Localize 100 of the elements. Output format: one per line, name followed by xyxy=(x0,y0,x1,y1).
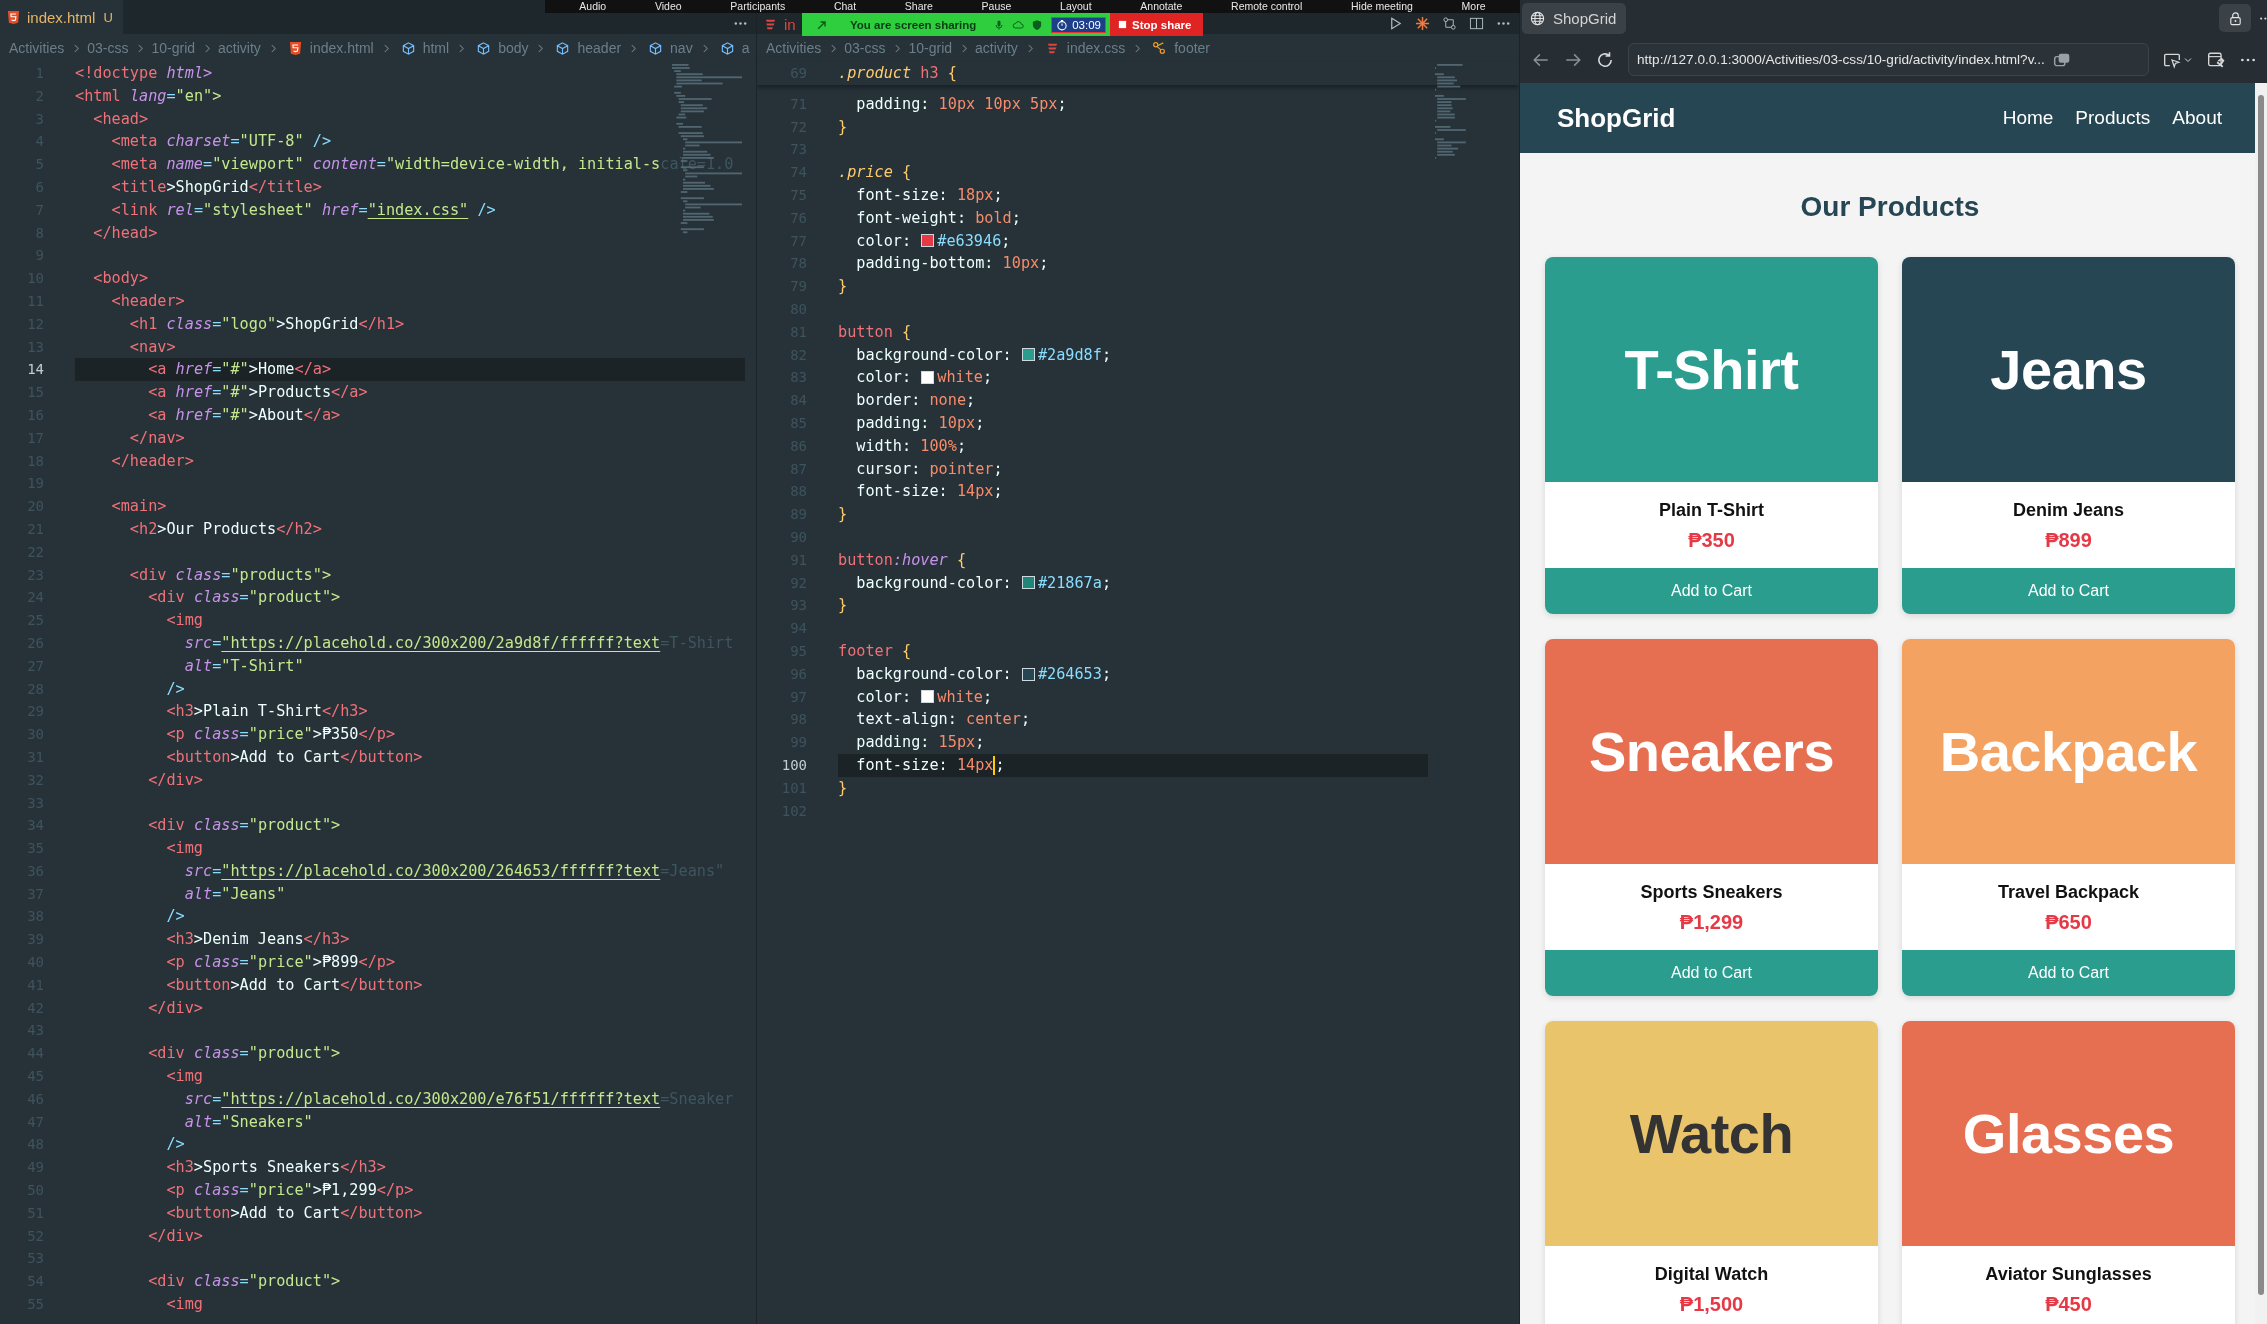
code-text: <div class="product"> xyxy=(148,1043,341,1065)
code-text: font-weight: bold; xyxy=(856,207,1021,229)
code-text: <a href="#">About</a> xyxy=(148,404,341,426)
breadcrumb-item[interactable]: header xyxy=(555,40,622,56)
code-text: src="https://placehold.co/300x200/2a9d8f/ffffff?text xyxy=(184,632,661,654)
code-text: </nav> xyxy=(129,427,185,449)
chevron-right-icon xyxy=(73,42,81,54)
address-bar[interactable]: http://127.0.0.1:3000/Activities/03-css/10-grid/activity/index.html?v... xyxy=(1628,43,2149,76)
reload-icon[interactable] xyxy=(1596,50,1614,69)
meeting-control[interactable]: Hide meeting xyxy=(1351,0,1413,13)
nav-link[interactable]: Home xyxy=(2002,107,2054,129)
microphone-icon[interactable] xyxy=(993,18,1006,31)
cube-icon xyxy=(719,40,735,56)
nav-link[interactable]: Products xyxy=(2075,107,2151,129)
meeting-control[interactable]: Participants xyxy=(730,0,786,13)
breadcrumb-item[interactable]: body xyxy=(476,40,529,56)
stop-share-button[interactable]: Stop share xyxy=(1110,13,1204,36)
nav-link[interactable]: About xyxy=(2172,107,2222,129)
color-swatch-icon[interactable] xyxy=(921,690,935,704)
code-text: <p class="price">₱1,299</p> xyxy=(166,1180,414,1202)
add-to-cart-button[interactable]: Add to Cart xyxy=(1902,568,2235,614)
breadcrumb-item[interactable]: html xyxy=(400,40,450,56)
code-text: <img xyxy=(166,610,203,632)
add-to-cart-button[interactable]: Add to Cart xyxy=(1545,950,1878,996)
sparkle-icon[interactable] xyxy=(1415,15,1430,31)
code-text: <html lang="en"> xyxy=(75,85,222,107)
meeting-control[interactable]: Video xyxy=(654,0,682,13)
breadcrumb-item[interactable]: 03-css xyxy=(844,40,886,56)
code-text: /> xyxy=(166,1134,185,1156)
meeting-control[interactable]: Layout xyxy=(1060,0,1092,13)
site-logo[interactable]: ShopGrid xyxy=(1557,102,1676,134)
breadcrumb-item[interactable]: a xyxy=(719,40,750,56)
color-swatch-icon[interactable] xyxy=(1021,667,1035,681)
code-text: } xyxy=(838,276,848,298)
meeting-control[interactable]: Remote control xyxy=(1231,0,1303,13)
meeting-control[interactable]: Chat xyxy=(833,0,857,13)
breadcrumb-item[interactable]: nav xyxy=(648,40,693,56)
cube-icon xyxy=(648,40,664,56)
code-text: </div> xyxy=(148,1225,203,1247)
code-text: <p class="price">₱899</p> xyxy=(166,952,396,974)
breadcrumb-item[interactable]: 03-css xyxy=(87,40,129,56)
code-text: white; xyxy=(937,686,993,708)
code-text: <body> xyxy=(93,268,149,290)
code-text: <h2>Our Products</h2> xyxy=(129,518,322,540)
color-swatch-icon[interactable] xyxy=(921,371,935,385)
meeting-control[interactable]: Audio xyxy=(579,0,607,13)
breadcrumb-item[interactable]: index.html xyxy=(287,40,374,56)
code-text: text-align: center; xyxy=(856,709,1031,731)
color-swatch-icon[interactable] xyxy=(1021,576,1035,590)
run-icon[interactable] xyxy=(1388,15,1403,31)
code-text: color: xyxy=(856,230,913,252)
breadcrumb-item[interactable]: 10-grid xyxy=(908,40,953,56)
add-to-cart-button[interactable]: Add to Cart xyxy=(1902,950,2235,996)
lock-icon xyxy=(2227,10,2243,26)
add-to-cart-button[interactable]: Add to Cart xyxy=(1545,568,1878,614)
breadcrumb-item[interactable]: footer xyxy=(1152,40,1211,56)
code-text: .price { xyxy=(838,162,912,184)
code-text: padding: 15px; xyxy=(856,732,985,754)
split-editor-icon[interactable] xyxy=(1469,15,1484,31)
code-text: </div> xyxy=(148,997,203,1019)
compare-icon[interactable] xyxy=(1442,15,1457,31)
code-text: <nav> xyxy=(129,336,176,358)
globe-icon xyxy=(1530,10,1545,26)
breadcrumb-item[interactable]: activity xyxy=(975,40,1018,56)
breadcrumb-item[interactable]: Activities xyxy=(766,40,822,56)
meeting-control[interactable]: Annotate xyxy=(1140,0,1183,13)
product-price: ₱650 xyxy=(2044,910,2093,934)
code-text: } xyxy=(838,504,848,526)
code-text: ; xyxy=(995,754,1005,776)
chevron-right-icon xyxy=(537,42,545,54)
cube-icon xyxy=(555,40,571,56)
scrollbar[interactable] xyxy=(2255,83,2267,1324)
code-text: <meta name="viewport" content="width=device-width, initial-s xyxy=(111,154,661,176)
breadcrumb-item[interactable]: Activities xyxy=(9,40,65,56)
code-text: <div class="product"> xyxy=(148,815,341,837)
code-text: button { xyxy=(838,321,912,343)
chevron-right-icon xyxy=(458,42,466,54)
file-tab[interactable]: index.html U xyxy=(0,0,123,34)
code-text: } xyxy=(838,595,848,617)
lock-button[interactable] xyxy=(2219,4,2251,32)
meeting-control[interactable]: Pause xyxy=(981,0,1012,13)
breadcrumb-item[interactable]: activity xyxy=(218,40,261,56)
color-swatch-icon[interactable] xyxy=(921,234,935,248)
meeting-control[interactable]: More xyxy=(1461,0,1486,13)
code-text: <h1 class="logo">ShopGrid</h1> xyxy=(129,313,405,335)
breadcrumb-item[interactable]: 10-grid xyxy=(151,40,196,56)
product-name: Denim Jeans xyxy=(2011,499,2126,522)
devtools-icon[interactable] xyxy=(2207,50,2225,69)
chevron-right-icon xyxy=(961,42,969,54)
chevron-right-icon xyxy=(1134,42,1142,54)
browser-tab[interactable]: ShopGrid xyxy=(1522,2,1627,34)
shield-icon[interactable] xyxy=(1031,18,1044,31)
color-swatch-icon[interactable] xyxy=(1021,348,1035,362)
breadcrumb-item[interactable]: index.css xyxy=(1044,40,1126,56)
code-text: <head> xyxy=(93,108,149,130)
code-text: white; xyxy=(937,367,993,389)
image-label: T-Shirt xyxy=(1624,337,1799,402)
cloud-icon[interactable] xyxy=(1012,18,1025,31)
meeting-control[interactable]: Share xyxy=(904,0,933,13)
image-label: Jeans xyxy=(1990,337,2147,402)
